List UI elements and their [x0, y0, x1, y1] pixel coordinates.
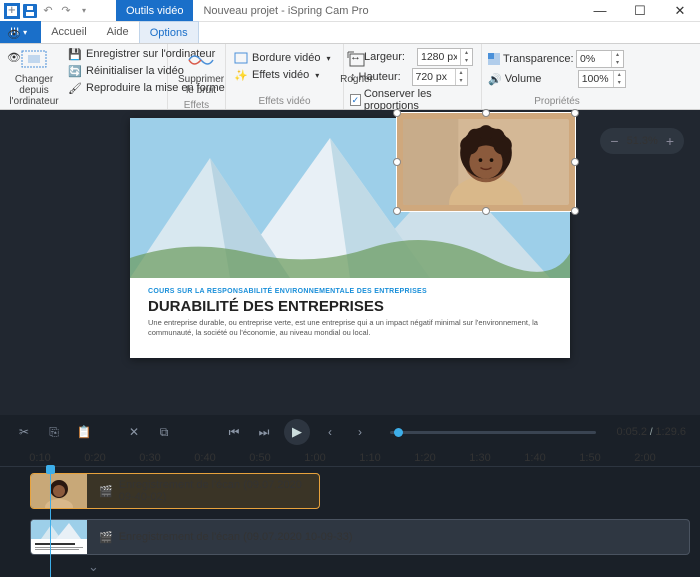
close-button[interactable]: ✕: [660, 0, 700, 22]
resize-handle[interactable]: [571, 158, 579, 166]
forward-button[interactable]: ›: [350, 422, 370, 442]
redo-icon[interactable]: ↷: [58, 3, 74, 19]
resize-handle[interactable]: [393, 207, 401, 215]
tab-home[interactable]: Accueil: [41, 21, 96, 43]
qat-dropdown-icon[interactable]: ▾: [76, 3, 92, 19]
tab-help[interactable]: Aide: [97, 21, 139, 43]
clip-type-icon: 🎬: [99, 531, 113, 544]
track-visibility-icon[interactable]: 👁: [7, 51, 21, 64]
ruler-label: 1:20: [414, 452, 435, 464]
resize-handle[interactable]: [482, 207, 490, 215]
minimize-button[interactable]: —: [580, 0, 620, 22]
slide-headline: DURABILITÉ DES ENTREPRISES: [148, 298, 552, 315]
group-props-title: Propriétés: [488, 94, 626, 109]
slide-body: Une entreprise durable, ou entreprise ve…: [148, 318, 552, 338]
video-effects-button[interactable]: ✨Effets vidéo▾: [232, 67, 333, 83]
resize-handle[interactable]: [482, 109, 490, 117]
keep-ratio-label: Conserver les proportions: [364, 88, 475, 112]
resize-handle[interactable]: [571, 207, 579, 215]
zoom-control[interactable]: − 51.3% +: [600, 128, 684, 154]
zoom-in-button[interactable]: +: [666, 133, 674, 149]
canvas-page[interactable]: COURS SUR LA RESPONSABILITÉ ENVIRONNEMEN…: [130, 118, 570, 358]
prev-button[interactable]: ⏮: [224, 422, 244, 442]
transparency-input[interactable]: ▴▾: [576, 50, 624, 68]
track-visibility-icon[interactable]: 👁: [7, 28, 21, 41]
ruler-label: 2:00: [634, 452, 655, 464]
keep-ratio-checkbox[interactable]: ✓: [350, 94, 361, 106]
timecode: 0:05.2 / 1:29.6: [616, 426, 686, 438]
ruler-label: 1:50: [579, 452, 600, 464]
paste-button[interactable]: 📋: [74, 422, 94, 442]
ruler-label: 1:00: [304, 452, 325, 464]
ruler-label: 1:40: [524, 452, 545, 464]
slide-eyebrow: COURS SUR LA RESPONSABILITÉ ENVIRONNEMEN…: [148, 288, 552, 295]
playhead[interactable]: [50, 467, 51, 577]
transparency-icon: [488, 53, 500, 65]
resize-handle[interactable]: [393, 109, 401, 117]
expand-track-button[interactable]: ⌄: [88, 559, 99, 575]
width-icon: ↔: [350, 51, 361, 63]
width-label: Largeur:: [364, 51, 414, 63]
resize-handle[interactable]: [393, 158, 401, 166]
transparency-label: Transparence:: [503, 53, 573, 65]
back-button[interactable]: ‹: [320, 422, 340, 442]
webcam-video-overlay[interactable]: [396, 112, 576, 212]
timeline-clip[interactable]: 🎬Enregistrement de l'écan (09.07.2020 10…: [30, 519, 690, 555]
seek-bar[interactable]: [390, 431, 596, 434]
zoom-value: 51.3%: [627, 135, 658, 147]
delete-button[interactable]: ✕: [124, 422, 144, 442]
undo-icon[interactable]: ↶: [40, 3, 56, 19]
remove-noise-button[interactable]: Supprimer le bruit: [174, 46, 228, 98]
window-title: Nouveau projet - iSpring Cam Pro: [193, 5, 580, 17]
contextual-tab-label: Outils vidéo: [116, 0, 193, 21]
group-videofx-title: Effets vidéo: [232, 94, 337, 109]
zoom-out-button[interactable]: −: [610, 133, 618, 149]
timeline-clip[interactable]: 🎬Enregistrement de l'écan (09.07.2020 09…: [30, 473, 320, 509]
video-border-button[interactable]: Bordure vidéo▾: [232, 50, 333, 66]
ruler-label: 0:40: [194, 452, 215, 464]
volume-input[interactable]: ▴▾: [578, 70, 626, 88]
width-input[interactable]: ▴▾: [417, 48, 473, 66]
ruler-label: 0:10: [29, 452, 50, 464]
ruler-label: 0:50: [249, 452, 270, 464]
next-button[interactable]: ⏭: [254, 422, 274, 442]
timeline-ruler[interactable]: 0:10 0:20 0:30 0:40 0:50 1:00 1:10 1:20 1:30 1:40…: [0, 449, 700, 467]
clip-type-icon: 🎬: [99, 485, 113, 498]
crop-tool-button[interactable]: ⧉: [154, 422, 174, 442]
ruler-label: 1:10: [359, 452, 380, 464]
volume-icon: 🔊: [488, 73, 502, 86]
ruler-label: 1:30: [469, 452, 490, 464]
copy-button[interactable]: ⎘: [44, 422, 64, 442]
ruler-label: 0:30: [139, 452, 160, 464]
height-icon: ↕: [350, 71, 356, 83]
play-button[interactable]: ▶: [284, 419, 310, 445]
height-input[interactable]: ▴▾: [412, 68, 468, 86]
resize-handle[interactable]: [571, 109, 579, 117]
tab-options[interactable]: Options: [139, 21, 199, 43]
height-label: Hauteur:: [359, 71, 409, 83]
maximize-button[interactable]: ☐: [620, 0, 660, 22]
volume-label: Volume: [505, 73, 575, 85]
ruler-label: 0:20: [84, 452, 105, 464]
